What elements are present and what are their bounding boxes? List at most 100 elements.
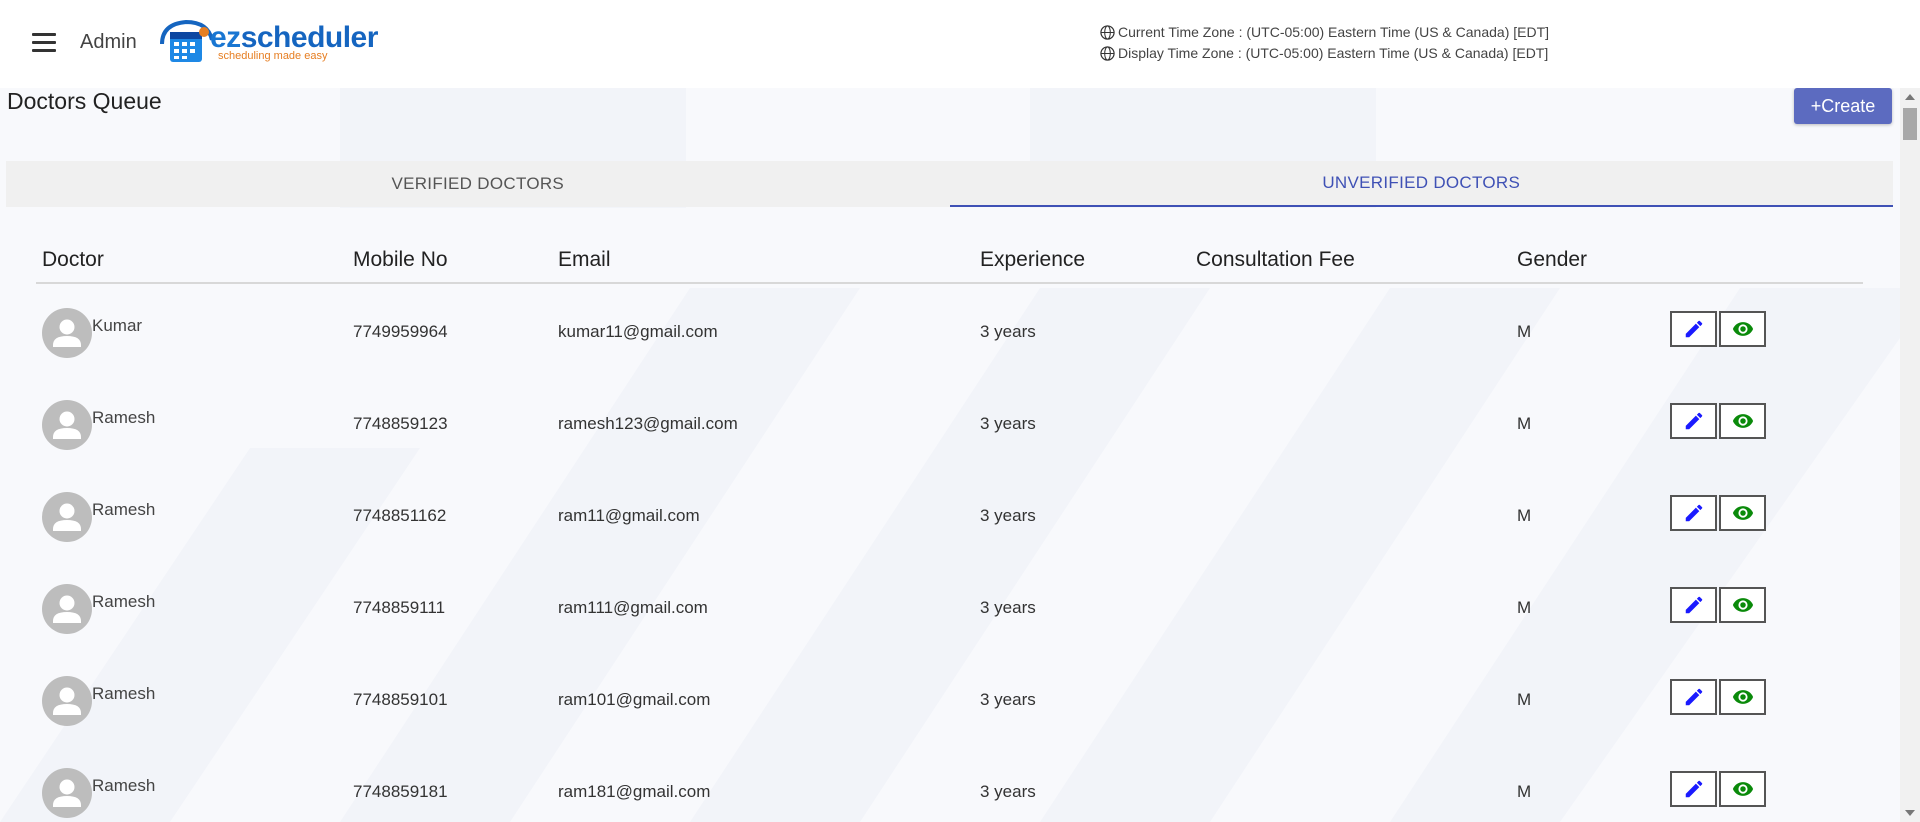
avatar xyxy=(42,676,92,726)
doctor-name: Ramesh xyxy=(92,592,156,611)
mobile-number: 7749959964 xyxy=(353,322,448,341)
doctor-name: Ramesh xyxy=(92,684,156,703)
column-header-doctor[interactable]: Doctor xyxy=(42,248,104,272)
mobile-number: 7748859101 xyxy=(353,690,448,709)
eye-icon xyxy=(1732,782,1753,796)
gender-value: M xyxy=(1517,782,1532,801)
experience-value: 3 years xyxy=(980,506,1036,525)
edit-button[interactable] xyxy=(1670,495,1717,531)
view-button[interactable] xyxy=(1719,311,1766,347)
main-content: Doctors Queue +Create VERIFIED DOCTORS U… xyxy=(0,88,1900,822)
view-button[interactable] xyxy=(1719,679,1766,715)
email-address: ram181@gmail.com xyxy=(558,782,711,801)
edit-button[interactable] xyxy=(1670,679,1717,715)
top-bar: Admin ezscheduler scheduling made easy C… xyxy=(0,0,1920,88)
admin-label: Admin xyxy=(80,31,137,53)
email-address: ram101@gmail.com xyxy=(558,690,711,709)
edit-button[interactable] xyxy=(1670,311,1717,347)
view-button[interactable] xyxy=(1719,403,1766,439)
pencil-icon xyxy=(1685,320,1702,338)
eye-icon xyxy=(1732,506,1753,520)
edit-button[interactable] xyxy=(1670,587,1717,623)
pencil-icon xyxy=(1685,596,1702,614)
pencil-icon xyxy=(1685,688,1702,706)
pencil-icon xyxy=(1685,780,1702,798)
person-icon xyxy=(53,411,81,439)
person-icon xyxy=(53,687,81,715)
tab-verified-doctors[interactable]: VERIFIED DOCTORS xyxy=(6,161,950,207)
row-actions xyxy=(1670,679,1766,715)
doctor-name: Ramesh xyxy=(92,776,156,795)
display-timezone-text: Display Time Zone : (UTC-05:00) Eastern … xyxy=(1118,45,1549,61)
mobile-number: 7748851162 xyxy=(353,506,447,525)
eye-icon xyxy=(1732,598,1753,612)
avatar xyxy=(42,768,92,818)
experience-value: 3 years xyxy=(980,322,1036,341)
pencil-icon xyxy=(1685,504,1702,522)
edit-button[interactable] xyxy=(1670,771,1717,807)
display-timezone: Display Time Zone : (UTC-05:00) Eastern … xyxy=(1100,45,1548,61)
gender-value: M xyxy=(1517,414,1532,433)
person-icon xyxy=(53,595,81,623)
globe-icon xyxy=(1100,24,1115,40)
experience-value: 3 years xyxy=(980,782,1036,801)
scroll-up-arrow-icon[interactable] xyxy=(1905,94,1915,100)
email-address: ramesh123@gmail.com xyxy=(558,414,738,433)
doctor-name: Ramesh xyxy=(92,500,156,519)
gender-value: M xyxy=(1517,598,1532,617)
logo-tagline: scheduling made easy xyxy=(218,50,328,62)
mobile-number: 7748859181 xyxy=(353,782,448,801)
avatar xyxy=(42,400,92,450)
vertical-scrollbar[interactable] xyxy=(1900,88,1920,822)
person-icon xyxy=(53,503,81,531)
globe-icon xyxy=(1100,45,1115,61)
table-header: Doctor Mobile No Email Experience Consul… xyxy=(36,238,1863,284)
avatar xyxy=(42,308,92,358)
experience-value: 3 years xyxy=(980,598,1036,617)
avatar xyxy=(42,584,92,634)
person-icon xyxy=(53,779,81,807)
column-header-email[interactable]: Email xyxy=(558,248,611,272)
column-header-mobile[interactable]: Mobile No xyxy=(353,248,448,272)
table-row: Ramesh 7748859111 ram111@gmail.com 3 yea… xyxy=(36,560,1863,652)
scrollbar-thumb[interactable] xyxy=(1903,108,1917,140)
row-actions xyxy=(1670,403,1766,439)
page-title: Doctors Queue xyxy=(7,88,162,114)
table-body: Kumar 7749959964 kumar11@gmail.com 3 yea… xyxy=(36,284,1863,822)
pencil-icon xyxy=(1685,412,1702,430)
table-row: Ramesh 7748859123 ramesh123@gmail.com 3 … xyxy=(36,376,1863,468)
row-actions xyxy=(1670,587,1766,623)
mobile-number: 7748859111 xyxy=(353,598,446,617)
doctor-tabs: VERIFIED DOCTORS UNVERIFIED DOCTORS xyxy=(6,161,1893,207)
tab-unverified-doctors[interactable]: UNVERIFIED DOCTORS xyxy=(949,161,1893,207)
row-actions xyxy=(1670,495,1766,531)
hamburger-menu-icon[interactable] xyxy=(32,33,56,53)
avatar xyxy=(42,492,92,542)
gender-value: M xyxy=(1517,506,1532,525)
view-button[interactable] xyxy=(1719,771,1766,807)
email-address: ram11@gmail.com xyxy=(558,506,700,525)
gender-value: M xyxy=(1517,322,1532,341)
scroll-down-arrow-icon[interactable] xyxy=(1905,810,1915,816)
mobile-number: 7748859123 xyxy=(353,414,448,433)
view-button[interactable] xyxy=(1719,495,1766,531)
eye-icon xyxy=(1732,414,1753,428)
eye-icon xyxy=(1732,322,1753,336)
column-header-consultation-fee[interactable]: Consultation Fee xyxy=(1196,248,1355,272)
create-button[interactable]: +Create xyxy=(1794,88,1892,124)
table-row: Ramesh 7748859101 ram101@gmail.com 3 yea… xyxy=(36,652,1863,744)
column-header-gender[interactable]: Gender xyxy=(1517,248,1587,272)
gender-value: M xyxy=(1517,690,1532,709)
current-timezone-text: Current Time Zone : (UTC-05:00) Eastern … xyxy=(1118,24,1550,40)
edit-button[interactable] xyxy=(1670,403,1717,439)
table-row: Ramesh 7748859181 ram181@gmail.com 3 yea… xyxy=(36,744,1863,822)
person-icon xyxy=(53,319,81,347)
current-timezone: Current Time Zone : (UTC-05:00) Eastern … xyxy=(1100,24,1549,40)
ezscheduler-logo[interactable]: ezscheduler scheduling made easy xyxy=(158,16,378,68)
email-address: kumar11@gmail.com xyxy=(558,322,718,341)
column-header-experience[interactable]: Experience xyxy=(980,248,1085,272)
eye-icon xyxy=(1732,690,1753,704)
email-address: ram111@gmail.com xyxy=(558,598,708,617)
view-button[interactable] xyxy=(1719,587,1766,623)
table-row: Ramesh 7748851162 ram11@gmail.com 3 year… xyxy=(36,468,1863,560)
